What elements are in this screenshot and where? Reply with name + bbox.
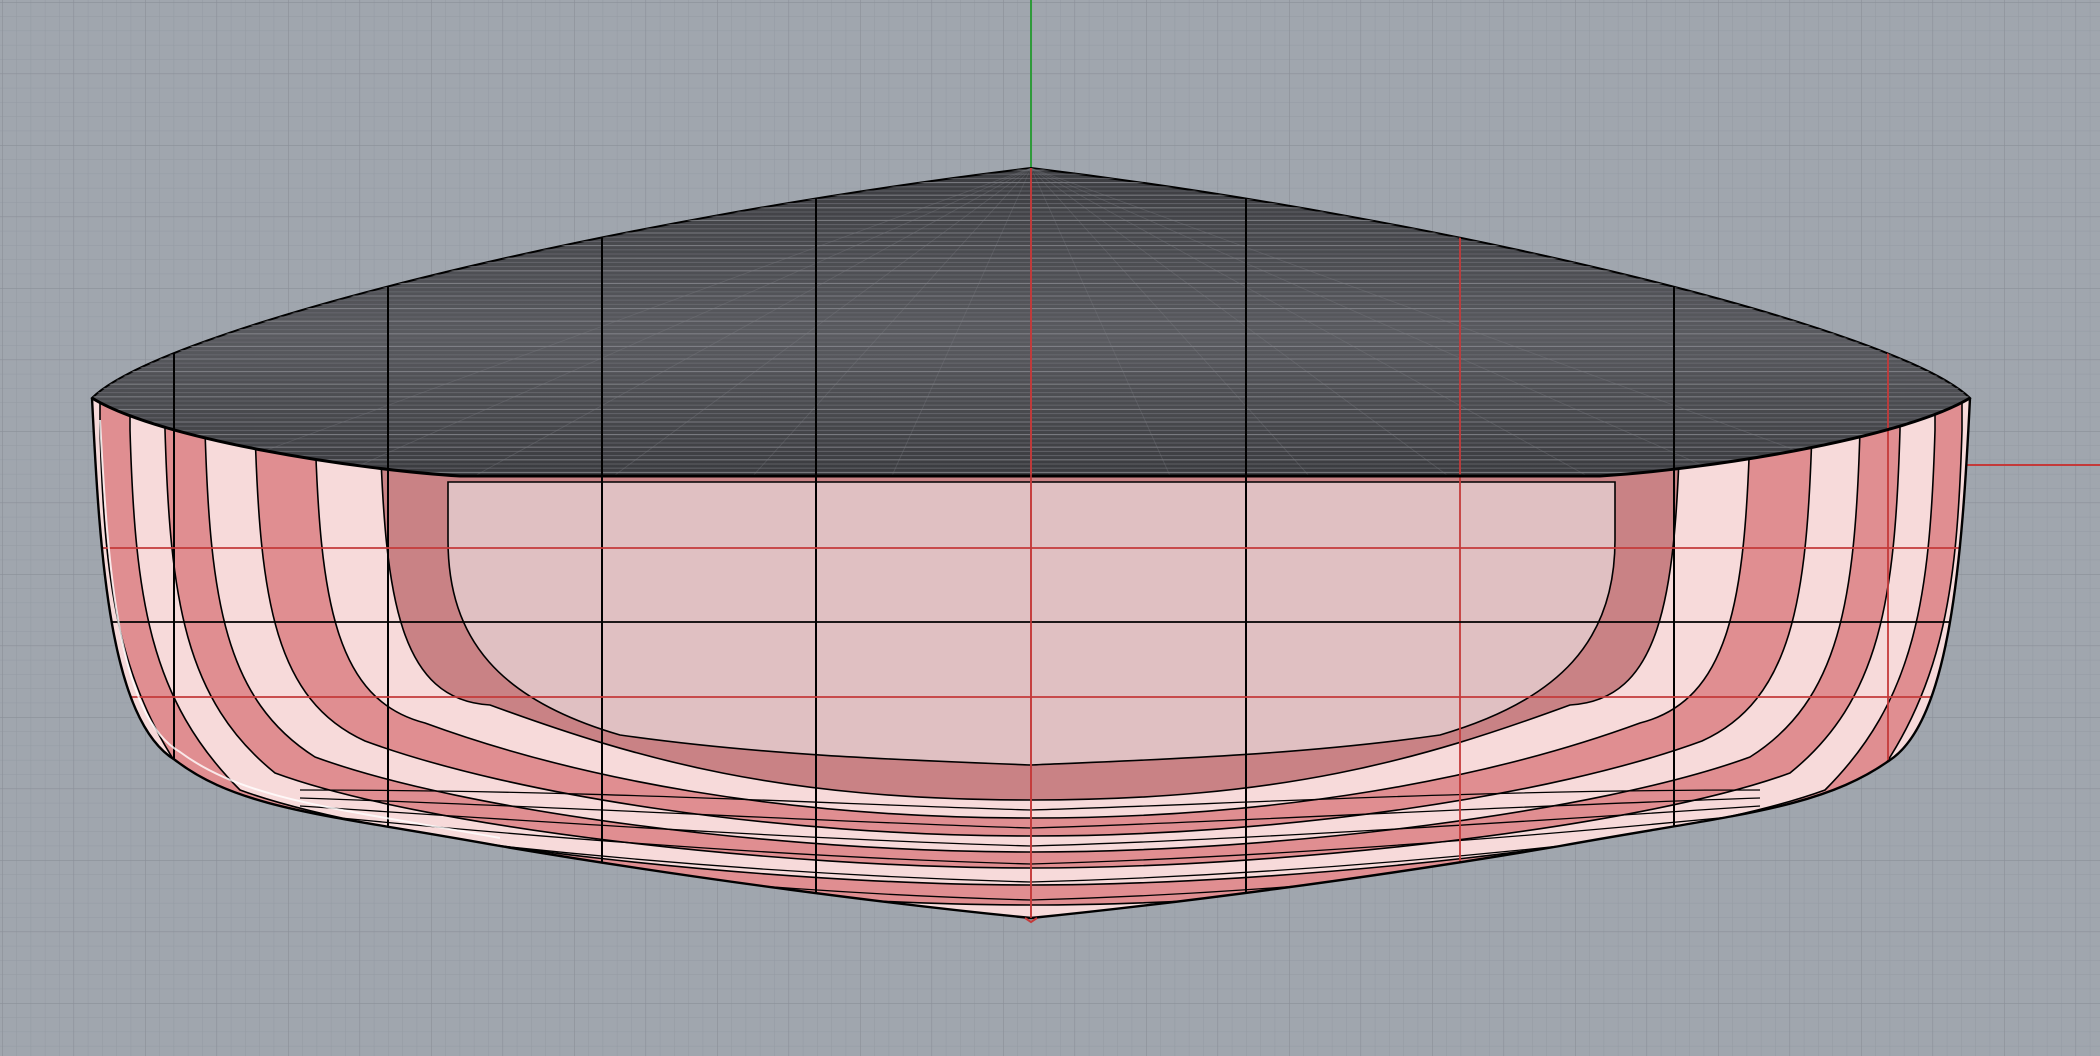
viewport-canvas[interactable]	[0, 0, 2100, 1056]
rhino-front-viewport[interactable]	[0, 0, 2100, 1056]
